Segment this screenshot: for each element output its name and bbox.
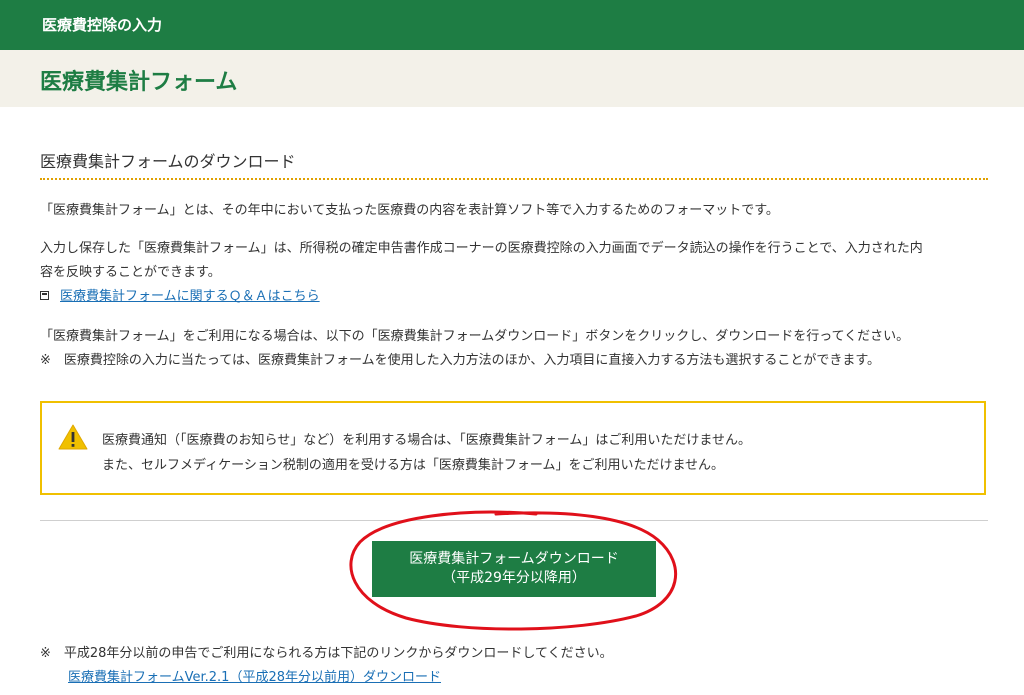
page-title-bar: 医療費集計フォーム — [0, 50, 1024, 107]
section-divider — [40, 178, 988, 180]
page-title: 医療費集計フォーム — [40, 70, 238, 95]
usage-text: 「医療費集計フォーム」をご利用になる場合は、以下の「医療費集計フォームダウンロー… — [40, 329, 910, 344]
save-text-line1: 入力し保存した「医療費集計フォーム」は、所得税の確定申告書作成コーナーの医療費控… — [40, 241, 923, 256]
warning-box — [40, 401, 986, 495]
warning-line1: 医療費通知（「医療費のお知らせ」など）を利用する場合は、「医療費集計フォーム」は… — [102, 433, 751, 448]
red-annotation-circle — [349, 510, 678, 631]
warning-line2: また、セルフメディケーション税制の適用を受ける方は「医療費集計フォーム」をご利用… — [102, 458, 725, 473]
intro-text: 「医療費集計フォーム」とは、その年中において支払った医療費の内容を表計算ソフト等… — [40, 203, 779, 218]
top-header-bar: 医療費控除の入力 — [0, 0, 1024, 50]
window-icon — [40, 291, 49, 300]
footer-note: ※ 平成28年分以前の申告でご利用になられる方は下記のリンクからダウンロードして… — [40, 646, 613, 661]
qa-link[interactable]: 医療費集計フォームに関するＱ＆Ａはこちら — [60, 285, 320, 304]
section-heading: 医療費集計フォームのダウンロード — [40, 152, 296, 171]
header-title: 医療費控除の入力 — [42, 16, 163, 34]
save-text-line2: 容を反映することができます。 — [40, 265, 221, 280]
note-text: ※ 医療費控除の入力に当たっては、医療費集計フォームを使用した入力方法のほか、入… — [40, 353, 881, 368]
legacy-download-link[interactable]: 医療費集計フォームVer.2.1（平成28年分以前用）ダウンロード — [68, 666, 441, 685]
warning-icon — [58, 424, 88, 450]
